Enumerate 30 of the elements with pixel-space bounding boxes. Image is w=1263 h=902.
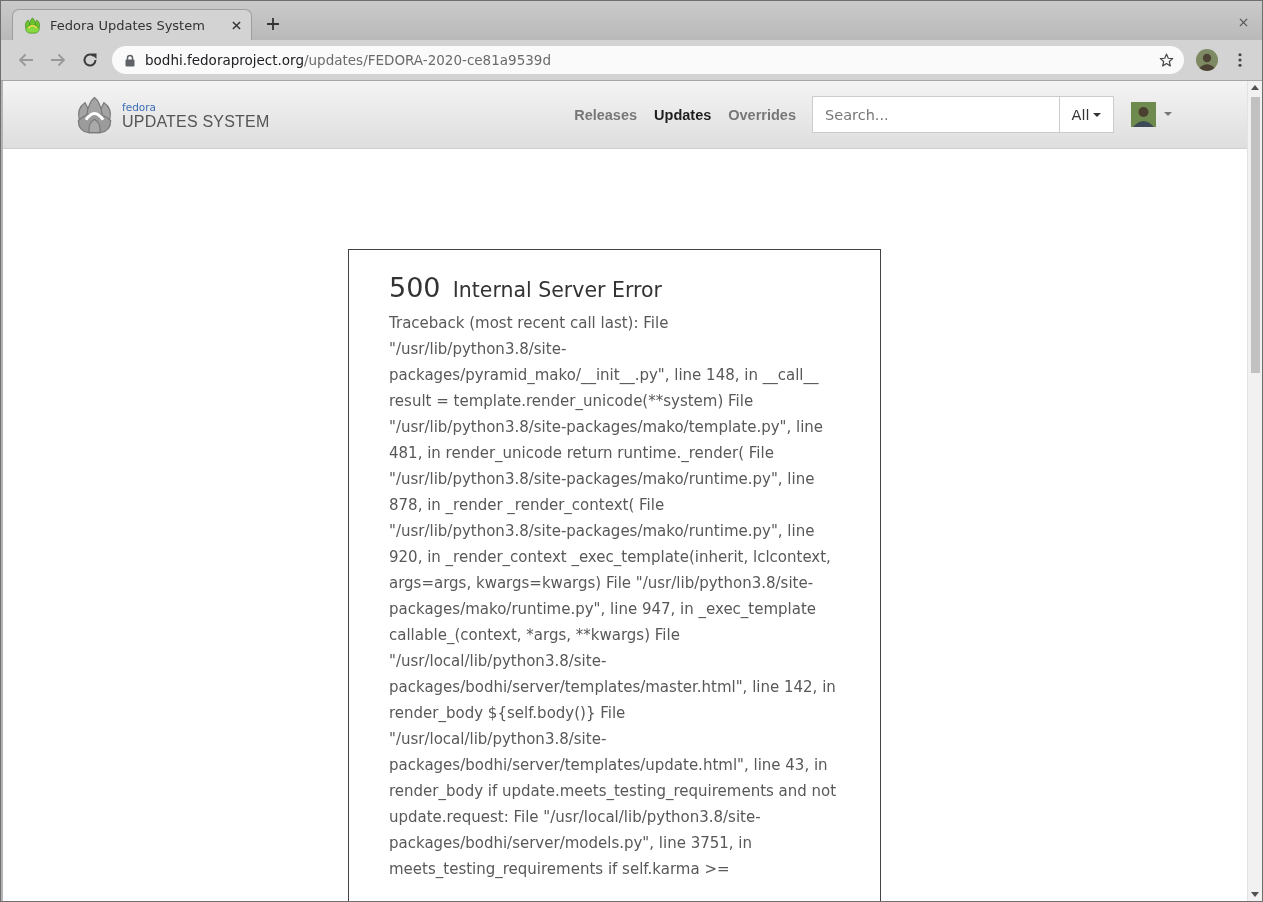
traceback-text: Traceback (most recent call last): File "/usr/lib/python3.8/site-packages/pyramid_mako/__init__.py", line 148, in __call__ result = template.render_unicode(**system) File "/usr/lib/python3.8/site-packages/mako/template.py", line 481, in render_unicode return runtime._render( File "/usr/lib/python3.8/site-packages/mako/runtime.py", line 878, in _render _render_context( File "/usr/lib/python3.8/site-packages/mako/runtime.py", line 920, in _render_context _exec_template(inherit, lclcontext, args=args, kwargs=kwargs) File "/usr/lib/python3.8/site-packages/mako/runtime.py", line 947, in _exec_template callable_(context, *args, **kwargs) File "/usr/local/lib/python3.8/site-packages/bodhi/server/templates/master.html", line 142, in render_body ${self.body()} File "/usr/local/lib/python3.8/site-packages/bodhi/server/templates/update.html", line 43, in render_body if update.meets_testing_requirements and not update.request: File "/usr/local/lib/python3.8/site-packages/bodhi/server/models.py", line 3751, in meets_testing_requirements if self.karma >= <box>389 313 838 880</box>
error-code: 500 <box>389 272 441 303</box>
lotus-icon[interactable] <box>75 95 114 134</box>
scrollbar[interactable] <box>1247 81 1262 901</box>
lotus-icon <box>24 16 41 34</box>
address-bar[interactable]: bodhi.fedoraproject.org/updates/FEDORA-2020-ce81a9539d <box>112 46 1184 74</box>
brand-title: UPDATES SYSTEM <box>122 112 270 131</box>
avatar-icon[interactable] <box>1131 102 1156 127</box>
menu-icon[interactable] <box>1238 53 1242 67</box>
nav-link[interactable]: Overrides <box>728 106 796 123</box>
browser-tab[interactable]: Fedora Updates System <box>12 9 252 40</box>
avatar-icon[interactable] <box>1196 49 1218 71</box>
search-field[interactable]: Search... <box>812 96 1059 133</box>
caret-icon <box>1093 112 1102 117</box>
error-title: Internal Server Error <box>452 278 662 302</box>
nav-link[interactable]: Updates <box>654 106 712 123</box>
scroll-down-icon[interactable] <box>1251 892 1259 897</box>
plus-icon[interactable] <box>267 18 279 30</box>
scrollbar-thumb[interactable] <box>1250 97 1260 373</box>
scroll-up-icon[interactable] <box>1251 85 1259 90</box>
close-icon[interactable] <box>1239 18 1248 27</box>
close-icon[interactable] <box>232 20 241 30</box>
scope-dropdown[interactable]: All <box>1059 96 1114 133</box>
caret-icon[interactable] <box>1164 111 1172 116</box>
brand-subtitle: fedora <box>122 101 157 113</box>
reload-icon[interactable] <box>82 52 98 68</box>
lock-icon <box>125 53 135 67</box>
star-icon[interactable] <box>1159 52 1174 68</box>
url-text: bodhi.fedoraproject.org/updates/FEDORA-2020-ce81a9539d <box>145 52 551 68</box>
nav-link[interactable]: Releases <box>574 106 638 123</box>
